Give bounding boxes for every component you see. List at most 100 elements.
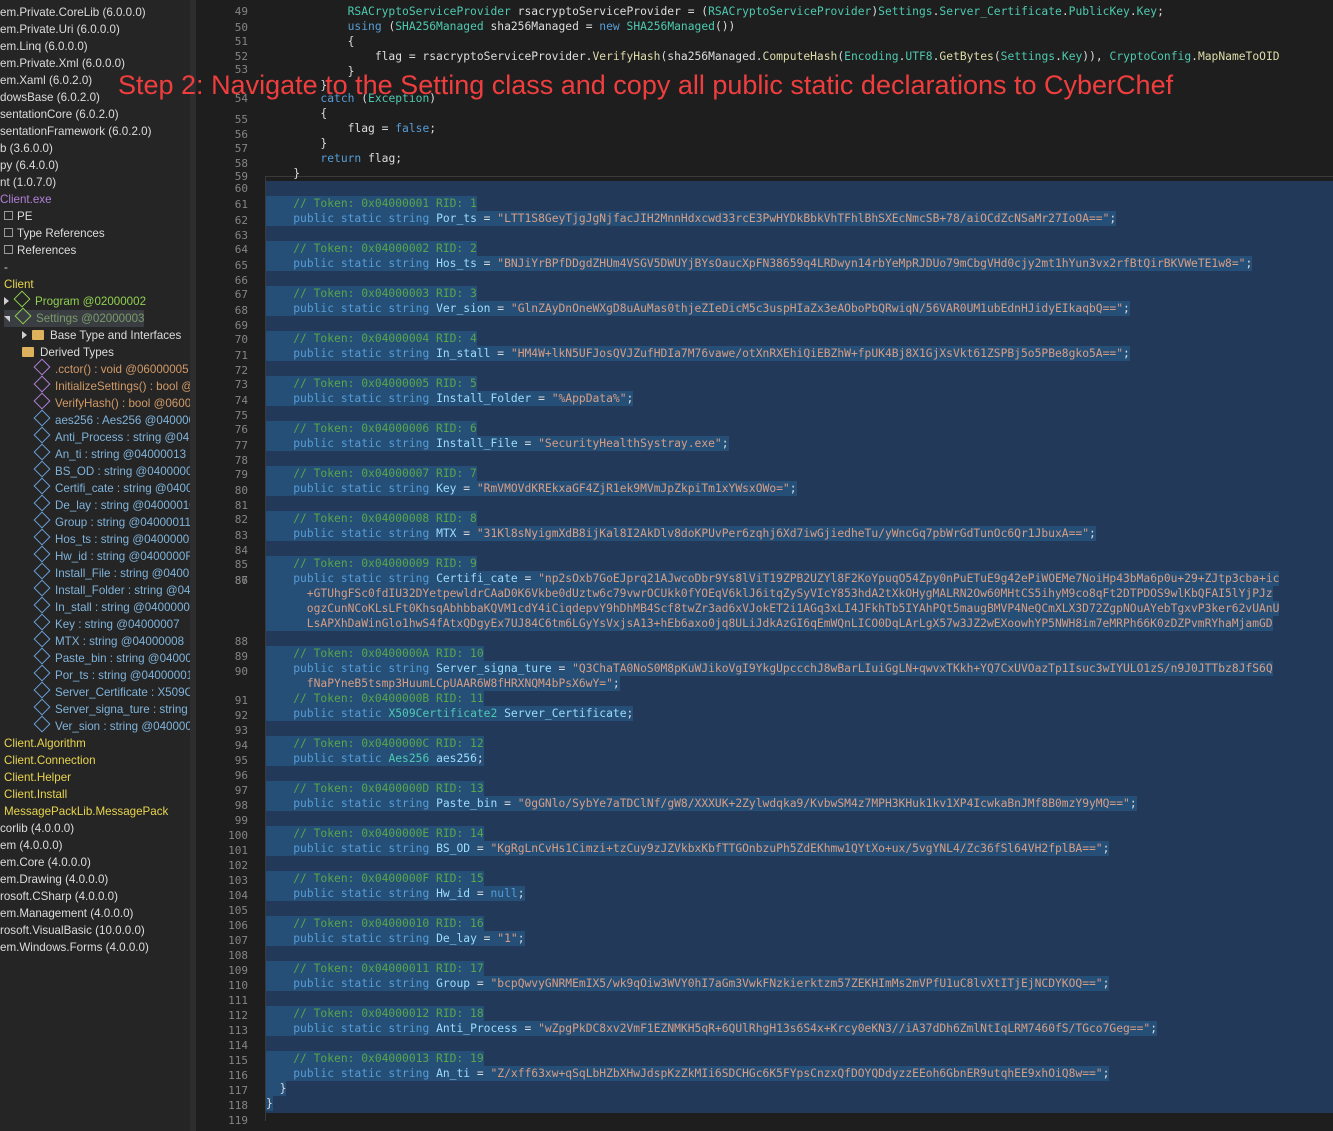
code-line: public static string Install_Folder = "%…: [266, 391, 634, 406]
line-number: 106: [228, 919, 248, 932]
tree-node[interactable]: VerifyHash() : bool @0600: [33, 392, 190, 412]
tree-node-label: Client.Helper: [4, 771, 72, 784]
code-token: =: [470, 1067, 491, 1080]
tree-node[interactable]: BS_OD : string @0400000E: [33, 460, 190, 480]
tree-node[interactable]: py (6.4.0.0): [0, 157, 59, 174]
tree-node[interactable]: Certifi_cate : string @0400: [33, 477, 190, 497]
tree-node[interactable]: Anti_Process : string @04: [33, 426, 189, 446]
tree-node[interactable]: Ver_sion : string @040000: [33, 715, 190, 735]
tree-node[interactable]: PE: [4, 208, 32, 225]
code-line: public static string Server_signa_ture =…: [266, 661, 1273, 676]
code-token: =: [517, 437, 539, 450]
tree-node[interactable]: em (4.0.0.0): [0, 837, 63, 854]
tree-node[interactable]: Client.Helper: [4, 769, 71, 786]
tree-node[interactable]: In_stall : string @04000004: [33, 596, 190, 616]
tree-node-label: sentationFramework (6.0.2.0): [0, 125, 152, 138]
code-token: ;: [1102, 1067, 1110, 1080]
tree-node[interactable]: Client.Connection: [4, 752, 96, 769]
tree-node[interactable]: em.Drawing (4.0.0.0): [0, 871, 108, 888]
field-icon: [33, 630, 51, 648]
tree-node-label: .cctor() : void @06000005: [55, 363, 189, 376]
code-editor[interactable]: 49 50 51 52 53 54 55 56 57 58 59 60 61 62 63 64 65 66 67 68…: [196, 0, 1333, 1131]
tree-node[interactable]: nt (1.0.7.0): [0, 174, 56, 191]
tree-node[interactable]: References: [4, 242, 76, 259]
code-token: }: [266, 167, 301, 180]
line-number: 98: [234, 799, 248, 812]
tree-node[interactable]: em.Private.CoreLib (6.0.0.0): [0, 4, 146, 21]
code-token: =: [517, 1022, 539, 1035]
code-token: "GlnZAyDnOneWXgD8uAuMas0thjeZIeDicM5c3us…: [510, 302, 1124, 315]
tree-node[interactable]: Hos_ts : string @04000002: [33, 528, 190, 548]
code-token: rsacryptoServiceProvider = (: [510, 5, 709, 18]
tree-node[interactable]: Install_File : string @0400: [33, 562, 189, 582]
code-token: // Token: 0x0400000A RID: 10: [266, 647, 484, 660]
tree-node[interactable]: An_ti : string @04000013: [33, 443, 186, 463]
tree-node[interactable]: em.Private.Uri (6.0.0.0): [0, 21, 120, 38]
tree-node[interactable]: MessagePackLib.MessagePack: [4, 803, 168, 820]
tree-node[interactable]: Client.Install: [4, 786, 67, 803]
tree-node[interactable]: Client: [4, 276, 34, 293]
code-token: CryptoConfig: [1109, 50, 1192, 63]
tree-node[interactable]: Client.exe: [0, 191, 52, 208]
code-token: sha256Managed =: [483, 20, 600, 33]
code-token: Server_Certificate: [504, 707, 627, 720]
assembly-explorer-tree[interactable]: em.Private.CoreLib (6.0.0.0) em.Private.U…: [0, 0, 190, 1131]
tree-node[interactable]: Group : string @04000011: [33, 511, 190, 531]
tree-node[interactable]: Paste_bin : string @04000: [33, 647, 190, 667]
method-icon: [33, 392, 51, 410]
expand-arrow-icon: [22, 331, 27, 339]
tree-node[interactable]: Server_signa_ture : string: [33, 698, 188, 718]
tree-node-label: Client.Connection: [4, 754, 96, 767]
collapse-box-icon: [4, 211, 13, 220]
code-token: Paste_bin: [436, 797, 498, 810]
tree-node[interactable]: Settings @02000003: [4, 307, 145, 327]
code-token: ;: [1129, 797, 1137, 810]
code-token: ;: [429, 122, 437, 135]
code-token: ;: [517, 887, 525, 900]
tree-node[interactable]: em.Linq (6.0.0.0): [0, 38, 88, 55]
tree-node[interactable]: Key : string @04000007: [33, 613, 180, 633]
tree-node[interactable]: em.Windows.Forms (4.0.0.0): [0, 939, 149, 956]
tree-node[interactable]: Install_Folder : string @04: [33, 579, 190, 599]
tree-node[interactable]: MTX : string @04000008: [33, 630, 184, 650]
tree-node[interactable]: Derived Types: [22, 344, 114, 361]
tree-node[interactable]: sentationCore (6.0.2.0): [0, 106, 119, 123]
code-token: // Token: 0x04000006 RID: 6: [266, 422, 477, 435]
tree-node[interactable]: Por_ts : string @04000001: [33, 664, 190, 684]
tree-node[interactable]: De_lay : string @04000010: [33, 494, 190, 514]
tree-node[interactable]: b (3.6.0.0): [0, 140, 53, 157]
code-token: public static string: [293, 527, 430, 540]
tree-node[interactable]: em.Management (4.0.0.0): [0, 905, 133, 922]
code-line: // Token: 0x04000013 RID: 19: [266, 1051, 484, 1066]
line-number: 78: [234, 454, 248, 467]
tree-node[interactable]: Base Type and Interfaces: [22, 327, 181, 344]
tree-node[interactable]: aes256 : Aes256 @0400000: [33, 409, 190, 429]
code-line: public static string Group = "bcpQwvyGNR…: [266, 976, 1110, 991]
tree-node[interactable]: -: [4, 259, 8, 276]
tree-node[interactable]: Client.Algorithm: [4, 735, 86, 752]
tree-node[interactable]: em.Xaml (6.0.2.0): [0, 72, 92, 89]
tree-node[interactable]: .cctor() : void @06000005: [33, 358, 189, 378]
tree-node-label: Client: [4, 278, 34, 291]
tree-node[interactable]: em.Core (4.0.0.0): [0, 854, 91, 871]
tree-node[interactable]: em.Private.Xml (6.0.0.0): [0, 55, 125, 72]
tree-node-label: em.Private.Xml (6.0.0.0): [0, 57, 125, 70]
tree-node[interactable]: rosoft.VisualBasic (10.0.0.0): [0, 922, 145, 939]
tree-node[interactable]: dowsBase (6.0.2.0): [0, 89, 100, 106]
code-token: Server_Certificate: [939, 5, 1062, 18]
code-line: // Token: 0x04000007 RID: 7: [266, 466, 477, 481]
tree-node-label: Key : string @04000007: [55, 618, 180, 631]
tree-node[interactable]: sentationFramework (6.0.2.0): [0, 123, 151, 140]
folder-icon: [22, 347, 34, 357]
tree-node[interactable]: Type References: [4, 225, 105, 242]
tree-node[interactable]: corlib (4.0.0.0): [0, 820, 74, 837]
code-token: LsAPXhDaWinGlo1hwS4fAtxQDgyEx7UJ84C6tm6L…: [266, 617, 1273, 630]
line-number: 105: [228, 904, 248, 917]
tree-node[interactable]: Program @02000002: [4, 290, 146, 310]
tree-node[interactable]: Hw_id : string @0400000F: [33, 545, 190, 565]
tree-node[interactable]: rosoft.CSharp (4.0.0.0): [0, 888, 118, 905]
tree-node[interactable]: InitializeSettings() : bool @: [33, 375, 190, 395]
tree-node[interactable]: Server_Certificate : X509C: [33, 681, 190, 701]
